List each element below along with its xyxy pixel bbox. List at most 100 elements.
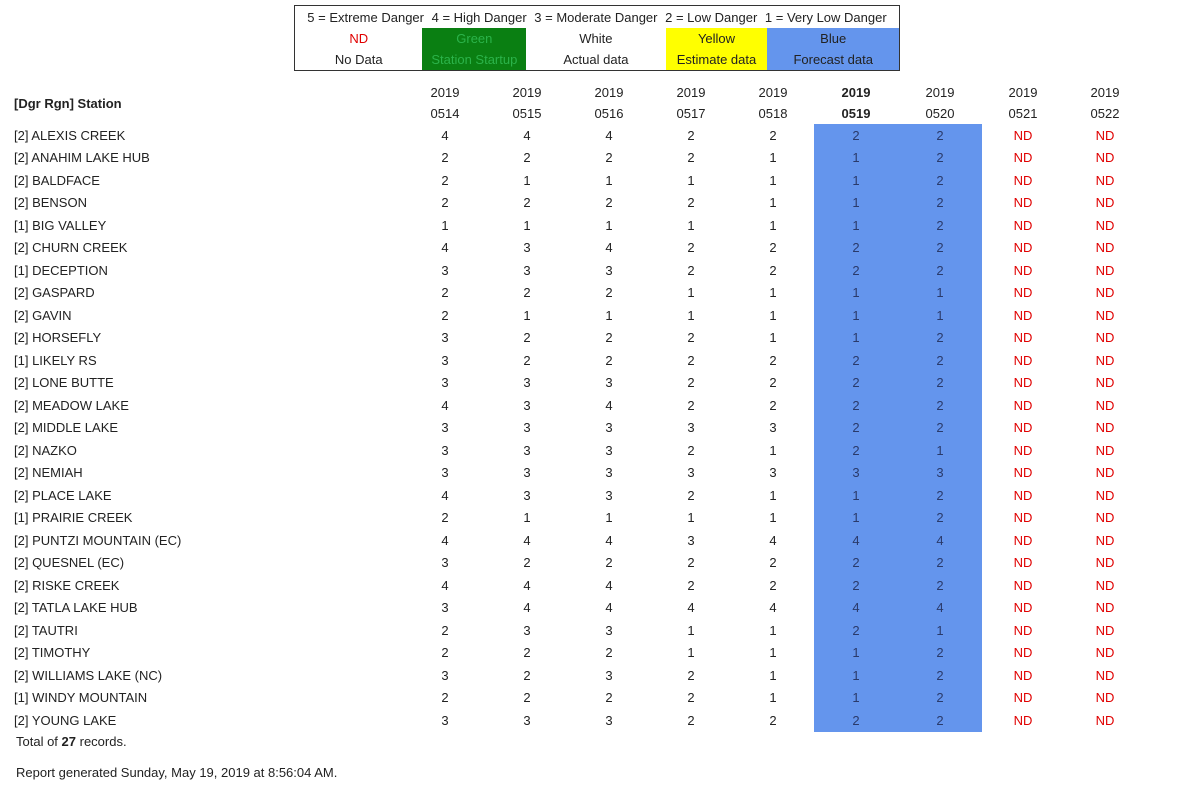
danger-value: 2: [814, 124, 898, 147]
table-row: [2] QUESNEL (EC) 3 2 2 2 2 2 2 ND ND: [14, 551, 1146, 574]
danger-value: 3: [441, 262, 449, 278]
danger-value: 3: [523, 712, 531, 728]
danger-value: 1: [769, 285, 777, 301]
danger-value: ND: [1013, 510, 1033, 526]
table-row: [2] LONE BUTTE 3 3 3 2 2 2 2 ND ND: [14, 371, 1146, 394]
total-suffix: records.: [76, 734, 127, 749]
table-row: [2] TIMOTHY 2 2 2 1 1 1 2 ND ND: [14, 641, 1146, 664]
danger-value: 2: [814, 349, 898, 372]
station-name: [2] MIDDLE LAKE: [14, 420, 119, 436]
danger-value: ND: [1095, 712, 1115, 728]
danger-value: 3: [605, 712, 613, 728]
danger-value: ND: [1013, 307, 1033, 323]
danger-value: ND: [1013, 532, 1033, 548]
danger-value: 4: [441, 487, 449, 503]
date-header: 0515: [512, 106, 542, 121]
danger-value: 2: [441, 645, 449, 661]
year-header: 2019: [594, 85, 624, 100]
danger-value: ND: [1013, 442, 1033, 458]
table-row: [2] BENSON 2 2 2 2 1 1 2 ND ND: [14, 191, 1146, 214]
danger-value: ND: [1013, 285, 1033, 301]
danger-value: 1: [605, 510, 613, 526]
danger-value: ND: [1095, 375, 1115, 391]
danger-value: 1: [814, 484, 898, 507]
danger-value: 2: [441, 307, 449, 323]
danger-value: 2: [441, 690, 449, 706]
danger-value: 2: [898, 686, 982, 709]
legend-scale-2: 2 = Low Danger: [665, 9, 758, 25]
danger-value: 2: [898, 574, 982, 597]
danger-value: 2: [898, 326, 982, 349]
danger-value: 2: [898, 349, 982, 372]
danger-value: 2: [769, 127, 777, 143]
danger-value: 1: [814, 686, 898, 709]
danger-value: ND: [1095, 330, 1115, 346]
table-row: [2] PUNTZI MOUNTAIN (EC) 4 4 4 3 4 4 4 ND ND: [14, 529, 1146, 552]
danger-value: ND: [1095, 577, 1115, 593]
danger-value: 3: [523, 420, 531, 436]
danger-value: ND: [1013, 712, 1033, 728]
danger-value: 2: [687, 397, 695, 413]
date-header: 0521: [1008, 106, 1038, 121]
danger-value: 3: [814, 461, 898, 484]
danger-value: 2: [898, 506, 982, 529]
danger-value: 3: [605, 487, 613, 503]
danger-value: 2: [814, 236, 898, 259]
danger-value: 3: [605, 622, 613, 638]
danger-value: ND: [1013, 667, 1033, 683]
danger-value: 2: [769, 240, 777, 256]
danger-value: ND: [1013, 600, 1033, 616]
danger-value: 4: [605, 397, 613, 413]
station-name: [1] WINDY MOUNTAIN: [14, 690, 148, 706]
danger-value: 2: [523, 285, 531, 301]
danger-value: 2: [898, 214, 982, 237]
danger-value: 2: [814, 439, 898, 462]
table-row: [2] BALDFACE 2 1 1 1 1 1 2 ND ND: [14, 169, 1146, 192]
danger-value: ND: [1095, 555, 1115, 571]
danger-value: ND: [1095, 645, 1115, 661]
table-row: [2] NEMIAH 3 3 3 3 3 3 3 ND ND: [14, 461, 1146, 484]
danger-value: ND: [1013, 577, 1033, 593]
danger-value: 1: [687, 645, 695, 661]
legend-swatch-nd: ND: [349, 31, 369, 46]
danger-value: 1: [898, 439, 982, 462]
danger-value: 2: [898, 146, 982, 169]
danger-value: 4: [605, 577, 613, 593]
table-row: [2] TATLA LAKE HUB 3 4 4 4 4 4 4 ND ND: [14, 596, 1146, 619]
danger-value: 4: [769, 532, 777, 548]
table-row: [1] BIG VALLEY 1 1 1 1 1 1 2 ND ND: [14, 214, 1146, 237]
danger-value: 3: [441, 712, 449, 728]
danger-value: 3: [523, 397, 531, 413]
danger-value: 2: [605, 285, 613, 301]
total-prefix: Total of: [16, 734, 62, 749]
legend-desc-white: Actual data: [563, 52, 629, 67]
danger-value: 4: [814, 596, 898, 619]
date-header: 0520: [925, 106, 955, 121]
danger-value: 2: [769, 712, 777, 728]
danger-value: 3: [523, 442, 531, 458]
danger-value: 2: [814, 619, 898, 642]
danger-value: 2: [898, 416, 982, 439]
danger-value: 3: [769, 420, 777, 436]
danger-value: 2: [687, 330, 695, 346]
station-name: [1] PRAIRIE CREEK: [14, 510, 133, 526]
danger-value: 2: [814, 416, 898, 439]
danger-value: 2: [523, 150, 531, 166]
table-row: [2] PLACE LAKE 4 3 3 2 1 1 2 ND ND: [14, 484, 1146, 507]
station-name: [2] TIMOTHY: [14, 645, 91, 661]
danger-value: ND: [1013, 240, 1033, 256]
danger-value: 1: [814, 169, 898, 192]
danger-value: 4: [441, 532, 449, 548]
danger-value: 3: [523, 240, 531, 256]
danger-value: ND: [1013, 555, 1033, 571]
danger-value: 1: [523, 172, 531, 188]
danger-value: 4: [441, 397, 449, 413]
danger-value: 2: [687, 487, 695, 503]
legend-desc-yellow: Estimate data: [665, 49, 768, 71]
danger-value: 1: [814, 304, 898, 327]
danger-value: 1: [898, 619, 982, 642]
year-header: 2019: [512, 85, 542, 100]
danger-value: ND: [1095, 307, 1115, 323]
danger-value: ND: [1095, 217, 1115, 233]
danger-value: 1: [769, 330, 777, 346]
